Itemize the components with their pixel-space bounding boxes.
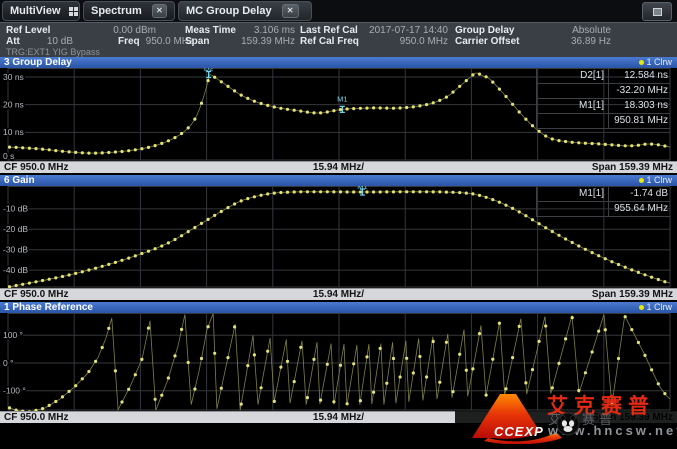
trace-legend[interactable]: 1 Clrw (639, 302, 672, 313)
svg-text:100 °: 100 ° (3, 330, 23, 340)
svg-text:-30 dB: -30 dB (3, 245, 28, 255)
trace-color-dot (639, 60, 644, 65)
last-ref-cal-value: 2017-07-17 14:40 (364, 25, 448, 36)
header-col-sweep: Meas Time 3.106 ms Span 159.39 MHz (185, 25, 295, 47)
svg-text:10 ns: 10 ns (3, 127, 24, 137)
close-icon[interactable]: ✕ (282, 4, 299, 18)
multiview-grid-icon (69, 7, 78, 16)
svg-text:D2: D2 (204, 68, 214, 73)
panel-gain-titlebar[interactable]: 6 Gain 1 Clrw (0, 175, 677, 186)
trace-color-dot (639, 305, 644, 310)
header-col-cal: Last Ref Cal 2017-07-17 14:40 Ref Cal Fr… (300, 25, 448, 47)
svg-text:-100 °: -100 ° (3, 386, 26, 396)
svg-text:30 ns: 30 ns (3, 72, 24, 82)
freq-per-division: 15.94 MHz/ (313, 289, 364, 300)
meas-time-value: 3.106 ms (240, 25, 295, 36)
last-ref-cal-label: Last Ref Cal (300, 25, 364, 36)
watermark: CCEXP 艾克赛普 艾克赛普 www.hncsw.net (420, 386, 677, 449)
close-icon[interactable]: ✕ (152, 4, 167, 18)
span-readout: Span 159.39 MHz (592, 162, 673, 173)
panel-gain-title: 6 Gain (4, 175, 35, 186)
analyzer-screen: MultiView Spectrum ✕ MC Group Delay ✕ Re… (0, 0, 677, 449)
center-frequency: CF 950.0 MHz (4, 162, 68, 173)
tab-mc-group-delay[interactable]: MC Group Delay ✕ (178, 1, 312, 21)
tab-bar: MultiView Spectrum ✕ MC Group Delay ✕ (0, 0, 677, 22)
measurement-header: Ref Level 0.00 dBm Att 10 dB Freq 950.0 … (0, 22, 677, 57)
svg-text:-20 dB: -20 dB (3, 224, 28, 234)
group-delay-marker-table: D2[1]12.584 ns -32.20 MHz M1[1]18.303 ns… (536, 69, 670, 129)
tab-multiview-label: MultiView (10, 5, 61, 17)
panel-phase-reference-title: 1 Phase Reference (4, 302, 93, 313)
panel-phase-reference-titlebar[interactable]: 1 Phase Reference 1 Clrw (0, 302, 677, 313)
ref-level-label: Ref Level (6, 25, 58, 36)
marker-row: M1[1]-1.74 dB (536, 187, 670, 202)
carrier-offset-value: 36.89 Hz (531, 36, 611, 47)
panda-logo-icon (556, 412, 580, 436)
panel-gain: 6 Gain 1 Clrw M1 -10 dB -20 dB -30 dB -40 dB… (0, 175, 677, 300)
span-label: Span (185, 36, 240, 47)
att-label: Att (6, 36, 28, 47)
trace-legend[interactable]: 1 Clrw (639, 175, 672, 186)
group-delay-label: Group Delay (455, 25, 531, 36)
tab-spectrum[interactable]: Spectrum ✕ (83, 1, 175, 21)
header-col-level: Ref Level 0.00 dBm Att 10 dB Freq 950.0 … (6, 25, 194, 47)
ref-level-value: 0.00 dBm (58, 25, 156, 36)
center-frequency: CF 950.0 MHz (4, 412, 68, 423)
svg-text:-10 dB: -10 dB (3, 204, 28, 214)
tab-mc-group-delay-label: MC Group Delay (186, 5, 272, 17)
svg-text:0 s: 0 s (3, 151, 14, 161)
gain-plot[interactable]: M1 -10 dB -20 dB -30 dB -40 dB M1[1]-1.74 dB… (0, 186, 677, 288)
freq-label: Freq (118, 36, 140, 47)
trace-color-dot (639, 178, 644, 183)
span-value: 159.39 MHz (240, 36, 295, 47)
svg-text:0 °: 0 ° (3, 358, 14, 368)
center-frequency: CF 950.0 MHz (4, 289, 68, 300)
trigger-status: TRG:EXT1 YIG Bypass (6, 47, 100, 57)
panel-group-delay: 3 Group Delay 1 Clrw D2 M1 30 ns 20 ns 10 ns… (0, 57, 677, 173)
carrier-offset-label: Carrier Offset (455, 36, 531, 47)
freq-per-division: 15.94 MHz/ (313, 412, 364, 423)
header-col-mode: Group Delay Absolute Carrier Offset 36.8… (455, 25, 611, 47)
marker-row: -32.20 MHz (536, 84, 670, 99)
group-delay-footer: CF 950.0 MHz 15.94 MHz/ Span 159.39 MHz (0, 161, 677, 173)
marker-row: 955.64 MHz (536, 202, 670, 217)
span-readout: Span 159.39 MHz (592, 289, 673, 300)
ref-cal-freq-label: Ref Cal Freq (300, 36, 364, 47)
tab-spectrum-label: Spectrum (91, 5, 142, 17)
meas-time-label: Meas Time (185, 25, 240, 36)
att-value: 10 dB (28, 36, 73, 47)
svg-text:M1: M1 (337, 94, 347, 103)
gain-footer: CF 950.0 MHz 15.94 MHz/ Span 159.39 MHz (0, 288, 677, 300)
group-delay-plot[interactable]: D2 M1 30 ns 20 ns 10 ns 0 s D2[1]12.584 ns -3… (0, 68, 677, 161)
svg-text:M1: M1 (357, 186, 367, 191)
svg-text:20 ns: 20 ns (3, 99, 24, 109)
group-delay-value: Absolute (531, 25, 611, 36)
ccexp-text: CCEXP (494, 424, 544, 439)
panel-group-delay-title: 3 Group Delay (4, 57, 72, 68)
marker-row: M1[1]18.303 ns (536, 99, 670, 114)
svg-text:-40 dB: -40 dB (3, 265, 28, 275)
freq-per-division: 15.94 MHz/ (313, 162, 364, 173)
gain-marker-table: M1[1]-1.74 dB 955.64 MHz (536, 187, 670, 217)
ref-cal-freq-value: 950.0 MHz (364, 36, 448, 47)
marker-row: D2[1]12.584 ns (536, 69, 670, 84)
display-menu-button[interactable] (642, 2, 672, 21)
trace-legend[interactable]: 1 Clrw (639, 57, 672, 68)
window-icon (653, 8, 662, 16)
panel-group-delay-titlebar[interactable]: 3 Group Delay 1 Clrw (0, 57, 677, 68)
tab-multiview[interactable]: MultiView (2, 1, 80, 21)
marker-row: 950.81 MHz (536, 114, 670, 129)
